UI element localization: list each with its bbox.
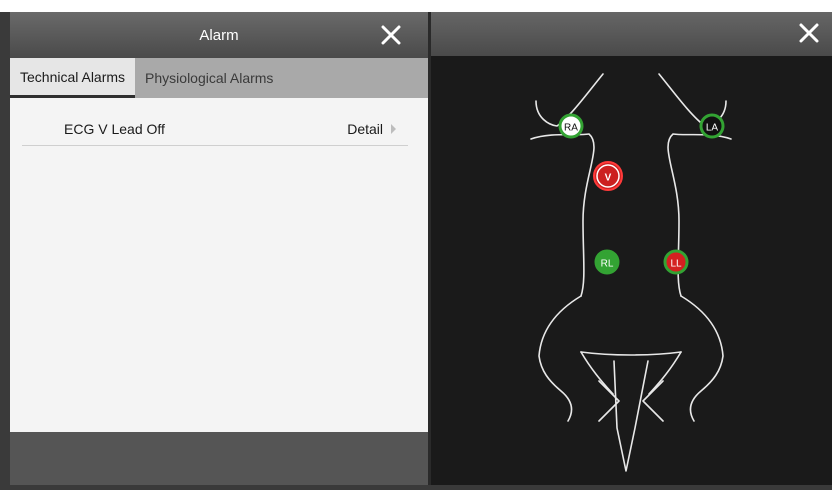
lead-diagram-close-button[interactable] bbox=[786, 10, 832, 56]
tab-physiological-alarms[interactable]: Physiological Alarms bbox=[135, 58, 283, 98]
tab-physiological-alarms-label: Physiological Alarms bbox=[145, 70, 274, 86]
electrode-rl[interactable]: RL bbox=[594, 249, 620, 275]
close-button[interactable] bbox=[368, 12, 414, 58]
alarm-list-item[interactable]: ECG V Lead Off Detail bbox=[22, 112, 408, 146]
close-icon bbox=[799, 23, 819, 43]
electrode-la-label: LA bbox=[706, 123, 719, 134]
alarm-header: Alarm bbox=[10, 12, 428, 58]
lead-diagram-header bbox=[431, 12, 832, 56]
chevron-right-icon bbox=[391, 123, 396, 134]
top-strip bbox=[0, 0, 832, 12]
lead-diagram-panel: RA LA V RL LL bbox=[431, 56, 832, 485]
alarm-title: Alarm bbox=[199, 26, 239, 44]
alarm-tabs: Technical Alarms Physiological Alarms bbox=[10, 58, 428, 98]
electrode-la[interactable]: LA bbox=[699, 113, 725, 139]
electrode-ll-label: LL bbox=[670, 259, 682, 270]
tab-technical-alarms-label: Technical Alarms bbox=[20, 68, 126, 85]
close-icon bbox=[381, 25, 401, 45]
electrode-ra[interactable]: RA bbox=[558, 113, 584, 139]
dialog-footer bbox=[10, 432, 428, 485]
detail-link[interactable]: Detail bbox=[347, 121, 396, 137]
electrode-rl-label: RL bbox=[601, 259, 614, 270]
alarm-message: ECG V Lead Off bbox=[64, 120, 165, 137]
electrode-v-label: V bbox=[605, 173, 612, 184]
alarm-dialog: Alarm Technical Alarms Physiological Ala… bbox=[10, 12, 428, 485]
electrode-v[interactable]: V bbox=[593, 161, 623, 191]
body-outline: RA LA V RL LL bbox=[530, 73, 732, 472]
electrode-ll[interactable]: LL bbox=[663, 249, 689, 275]
detail-label: Detail bbox=[347, 120, 383, 137]
tab-technical-alarms[interactable]: Technical Alarms bbox=[10, 58, 136, 98]
electrode-ra-label: RA bbox=[564, 123, 578, 134]
